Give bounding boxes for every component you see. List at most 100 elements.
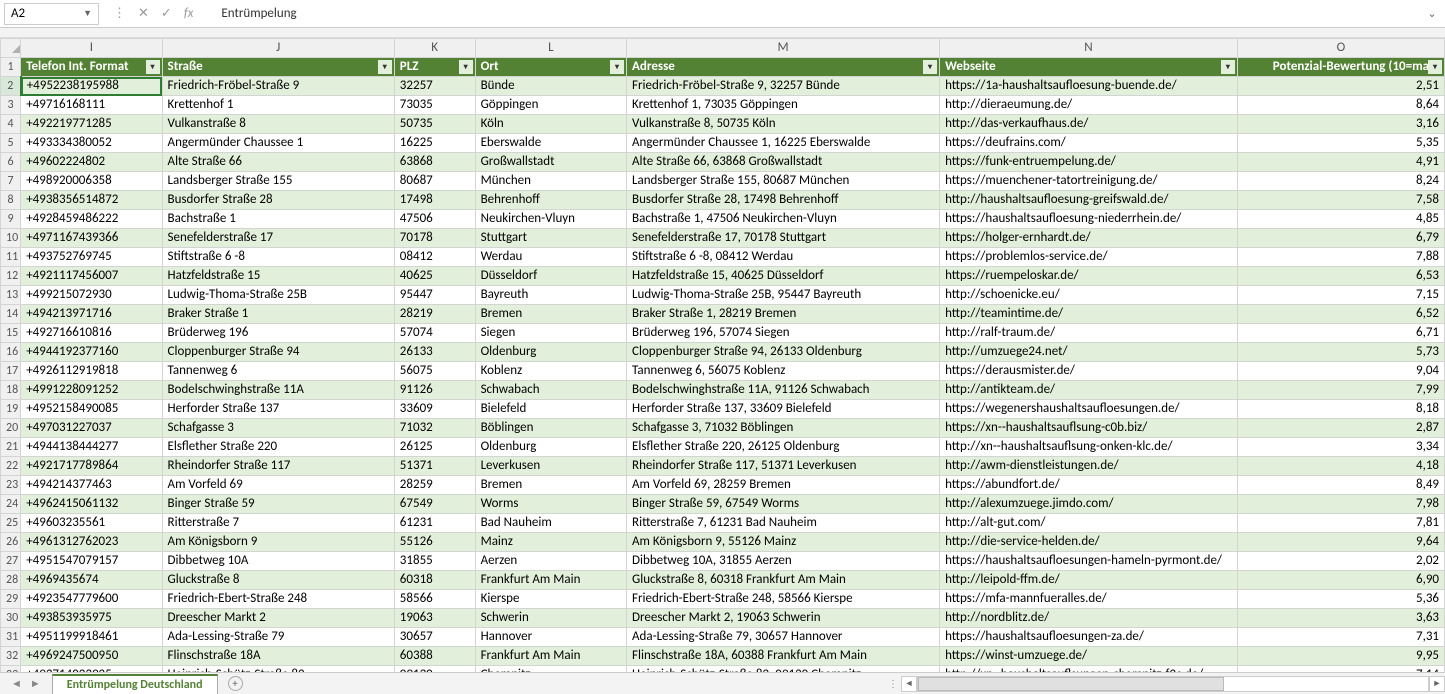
row-head[interactable]: 13 [1,286,21,305]
cell[interactable]: Landsberger Straße 155, 80687 München [627,172,940,191]
cell[interactable]: 17498 [394,191,475,210]
cell[interactable]: Angermünder Chaussee 1 [162,134,394,153]
cell[interactable]: Dibbetweg 10A [162,552,394,571]
cell[interactable]: +4923547779600 [21,590,162,609]
cell[interactable]: 3,16 [1237,115,1444,134]
cell[interactable]: Worms [475,495,626,514]
filter-dropdown-icon[interactable]: ▾ [610,60,624,74]
cell[interactable]: 26125 [394,438,475,457]
expand-formula-bar-icon[interactable]: ⌄ [1423,7,1441,20]
cell[interactable]: https://xn--haushaltsauflsung-c0b.biz/ [940,419,1238,438]
row-head[interactable]: 1 [1,58,21,77]
cell[interactable]: Busdorfer Straße 28 [162,191,394,210]
cell[interactable]: http://das-verkaufhaus.de/ [940,115,1238,134]
header-cell[interactable]: Ort▾ [475,58,626,77]
cell[interactable]: Tannenweg 6 [162,362,394,381]
cell[interactable]: +49603235561 [21,514,162,533]
tab-split-handle-icon[interactable]: ⋮ [885,677,901,690]
cell[interactable]: +4961312762023 [21,533,162,552]
cell[interactable]: Vulkanstraße 8, 50735 Köln [627,115,940,134]
cell[interactable]: https://muenchener-tatortreinigung.de/ [940,172,1238,191]
cell[interactable]: 9,04 [1237,362,1444,381]
cell[interactable]: +4938356514872 [21,191,162,210]
cell[interactable]: Oldenburg [475,343,626,362]
cell[interactable]: http://teamintime.de/ [940,305,1238,324]
cell[interactable]: 8,18 [1237,400,1444,419]
cell[interactable]: +4952158490085 [21,400,162,419]
cell[interactable]: +499215072930 [21,286,162,305]
cell[interactable]: https://haushaltsaufloesungen-hameln-pyr… [940,552,1238,571]
cell[interactable]: 70178 [394,229,475,248]
cell[interactable]: Busdorfer Straße 28, 17498 Behrenhoff [627,191,940,210]
cell[interactable]: +494213971716 [21,305,162,324]
cell[interactable]: 30657 [394,628,475,647]
cell[interactable]: http://xn--haushaltsauflsung-onken-klc.d… [940,438,1238,457]
cell[interactable]: Bünde [475,77,626,96]
cell[interactable]: +4952238195988 [21,77,162,96]
cell[interactable]: Göppingen [475,96,626,115]
cell[interactable]: 60388 [394,647,475,666]
cell[interactable]: Cloppenburger Straße 94 [162,343,394,362]
cell[interactable]: 7,58 [1237,191,1444,210]
header-cell[interactable]: PLZ▾ [394,58,475,77]
cell[interactable]: 50735 [394,115,475,134]
cell[interactable]: Bremen [475,476,626,495]
cell[interactable]: 6,53 [1237,267,1444,286]
row-head[interactable]: 11 [1,248,21,267]
row-head[interactable]: 3 [1,96,21,115]
cell[interactable]: +497031227037 [21,419,162,438]
cell[interactable]: https://holger-ernhardt.de/ [940,229,1238,248]
cell[interactable]: 19063 [394,609,475,628]
cell[interactable]: Krettenhof 1, 73035 Göppingen [627,96,940,115]
col-head-K[interactable]: K [394,39,475,58]
cell[interactable]: 6,90 [1237,571,1444,590]
cell[interactable]: http://haushaltsaufloesung-greifswald.de… [940,191,1238,210]
horizontal-scrollbar[interactable]: ⋮ ◄ ► [885,672,1445,694]
cell[interactable]: Senefelderstraße 17, 70178 Stuttgart [627,229,940,248]
cell[interactable]: 26133 [394,343,475,362]
cell[interactable]: Gluckstraße 8 [162,571,394,590]
cell[interactable]: 91126 [394,381,475,400]
cell[interactable]: 8,49 [1237,476,1444,495]
cell[interactable]: +493853935975 [21,609,162,628]
cell[interactable]: 9,64 [1237,533,1444,552]
cell[interactable]: 6,52 [1237,305,1444,324]
cell[interactable]: +4944138444277 [21,438,162,457]
header-cell[interactable]: Straße▾ [162,58,394,77]
cell[interactable]: Elsflether Straße 220, 26125 Oldenburg [627,438,940,457]
spreadsheet-grid[interactable]: I J K L M N O 1Telefon Int. Format▾Straß… [0,38,1445,672]
row-head[interactable]: 26 [1,533,21,552]
cell[interactable]: 6,79 [1237,229,1444,248]
cell[interactable]: Binger Straße 59 [162,495,394,514]
cell[interactable]: Brüderweg 196 [162,324,394,343]
cell[interactable]: 7,15 [1237,286,1444,305]
add-sheet-button[interactable]: + [228,676,243,691]
name-box[interactable]: A2 ▼ [4,3,99,25]
cell[interactable]: 8,64 [1237,96,1444,115]
cell[interactable]: Hannover [475,628,626,647]
row-head[interactable]: 4 [1,115,21,134]
cell[interactable]: https://funk-entruempelung.de/ [940,153,1238,172]
col-head-J[interactable]: J [162,39,394,58]
cell[interactable]: Ludwig-Thoma-Straße 25B [162,286,394,305]
cell[interactable]: 8,24 [1237,172,1444,191]
cell[interactable]: Siegen [475,324,626,343]
cell[interactable]: Stiftstraße 6 -8, 08412 Werdau [627,248,940,267]
row-head[interactable]: 18 [1,381,21,400]
row-head[interactable]: 8 [1,191,21,210]
cell[interactable]: https://winst-umzuege.de/ [940,647,1238,666]
row-head[interactable]: 5 [1,134,21,153]
sheet-tab-active[interactable]: Entrümpelung Deutschland [52,674,218,694]
cell[interactable]: Frankfurt Am Main [475,647,626,666]
col-head-O[interactable]: O [1237,39,1444,58]
cell[interactable]: Ritterstraße 7, 61231 Bad Nauheim [627,514,940,533]
cell[interactable]: 56075 [394,362,475,381]
cell[interactable]: http://dieraeumung.de/ [940,96,1238,115]
cell[interactable]: https://1a-haushaltsaufloesung-buende.de… [940,77,1238,96]
cell[interactable]: 31855 [394,552,475,571]
cell[interactable]: Am Königsborn 9 [162,533,394,552]
cell[interactable]: Braker Straße 1 [162,305,394,324]
cell[interactable]: 95447 [394,286,475,305]
cell[interactable]: +4969435674 [21,571,162,590]
cell[interactable]: 57074 [394,324,475,343]
